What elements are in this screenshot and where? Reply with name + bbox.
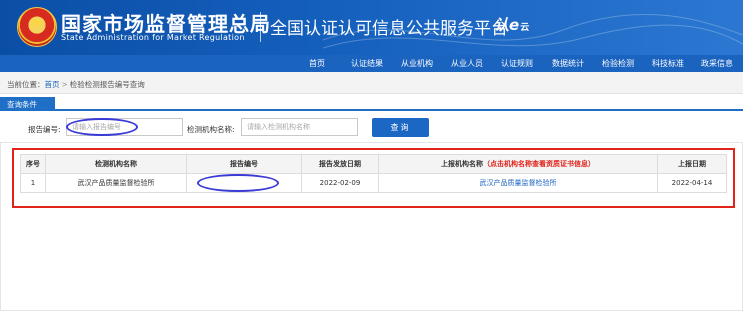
cell-report-no bbox=[186, 173, 302, 193]
table-row: 1 武汉产品质量监督检验所 2022-02-09 武汉产品质量监督检验所 202… bbox=[20, 173, 727, 193]
nav-item-cert-rules[interactable]: 认证规则 bbox=[501, 58, 533, 69]
header-divider bbox=[260, 12, 261, 42]
col-header-issue-date: 报告发放日期 bbox=[301, 154, 379, 174]
nav-item-home[interactable]: 首页 bbox=[309, 58, 325, 69]
star-icon: ★ bbox=[30, 15, 43, 31]
platform-logo[interactable]: 认e云 bbox=[494, 14, 529, 35]
query-button[interactable]: 查询 bbox=[372, 118, 429, 137]
breadcrumb: 当前位置：首页 > 检验检测报告编号查询 bbox=[7, 79, 145, 90]
report-no-input[interactable] bbox=[66, 118, 183, 136]
agency-name-en: State Administration for Market Regulati… bbox=[61, 33, 245, 42]
national-emblem-logo[interactable]: ★ bbox=[17, 7, 57, 47]
results-table: 序号 检测机构名称 报告编号 报告发放日期 上报机构名称（点击机构名称查看资质证… bbox=[20, 154, 727, 193]
breadcrumb-separator: > bbox=[61, 80, 68, 89]
main-nav: 首页 认证结果 从业机构 从业人员 认证规则 数据统计 检验检测 科技标准 政采… bbox=[0, 55, 743, 72]
reporting-org-link[interactable]: 武汉产品质量监督检验所 bbox=[480, 179, 557, 187]
col-header-report-date: 上报日期 bbox=[657, 154, 727, 174]
org-name-label: 检测机构名称: bbox=[187, 125, 235, 134]
cell-org-name: 武汉产品质量监督检验所 bbox=[45, 173, 187, 193]
platform-logo-text: 认e bbox=[494, 16, 520, 34]
nav-item-standards[interactable]: 科技标准 bbox=[652, 58, 684, 69]
nav-item-inspection[interactable]: 检验检测 bbox=[602, 58, 634, 69]
breadcrumb-home-link[interactable]: 首页 bbox=[45, 80, 60, 89]
breadcrumb-prefix: 当前位置： bbox=[7, 80, 45, 89]
org-name-input[interactable] bbox=[241, 118, 358, 136]
cell-seq: 1 bbox=[20, 173, 46, 193]
platform-logo-suffix: 云 bbox=[520, 23, 530, 33]
nav-item-institutions[interactable]: 从业机构 bbox=[401, 58, 433, 69]
nav-item-procurement[interactable]: 政采信息 bbox=[701, 58, 733, 69]
reporting-org-header-note: （点击机构名称查看资质证书信息） bbox=[483, 160, 595, 168]
col-header-report-no: 报告编号 bbox=[186, 154, 302, 174]
col-header-reporting-org: 上报机构名称（点击机构名称查看资质证书信息） bbox=[378, 154, 658, 174]
cell-report-date: 2022-04-14 bbox=[657, 173, 727, 193]
query-section-underline bbox=[0, 109, 743, 111]
platform-title: 全国认证认可信息公共服务平台 bbox=[270, 19, 508, 39]
table-header-row: 序号 检测机构名称 报告编号 报告发放日期 上报机构名称（点击机构名称查看资质证… bbox=[20, 154, 727, 174]
nav-item-cert-results[interactable]: 认证结果 bbox=[351, 58, 383, 69]
reporting-org-header-text: 上报机构名称 bbox=[441, 160, 483, 168]
col-header-seq: 序号 bbox=[20, 154, 46, 174]
cell-issue-date: 2022-02-09 bbox=[301, 173, 379, 193]
site-header: ★ 国家市场监督管理总局 State Administration for Ma… bbox=[0, 0, 743, 55]
col-header-org-name: 检测机构名称 bbox=[45, 154, 187, 174]
nav-item-statistics[interactable]: 数据统计 bbox=[552, 58, 584, 69]
report-no-label: 报告编号: bbox=[28, 125, 61, 134]
breadcrumb-current: 检验检测报告编号查询 bbox=[69, 80, 145, 89]
cell-reporting-org: 武汉产品质量监督检验所 bbox=[378, 173, 658, 193]
nav-item-personnel[interactable]: 从业人员 bbox=[451, 58, 483, 69]
breadcrumb-bar: 当前位置：首页 > 检验检测报告编号查询 bbox=[0, 72, 743, 94]
